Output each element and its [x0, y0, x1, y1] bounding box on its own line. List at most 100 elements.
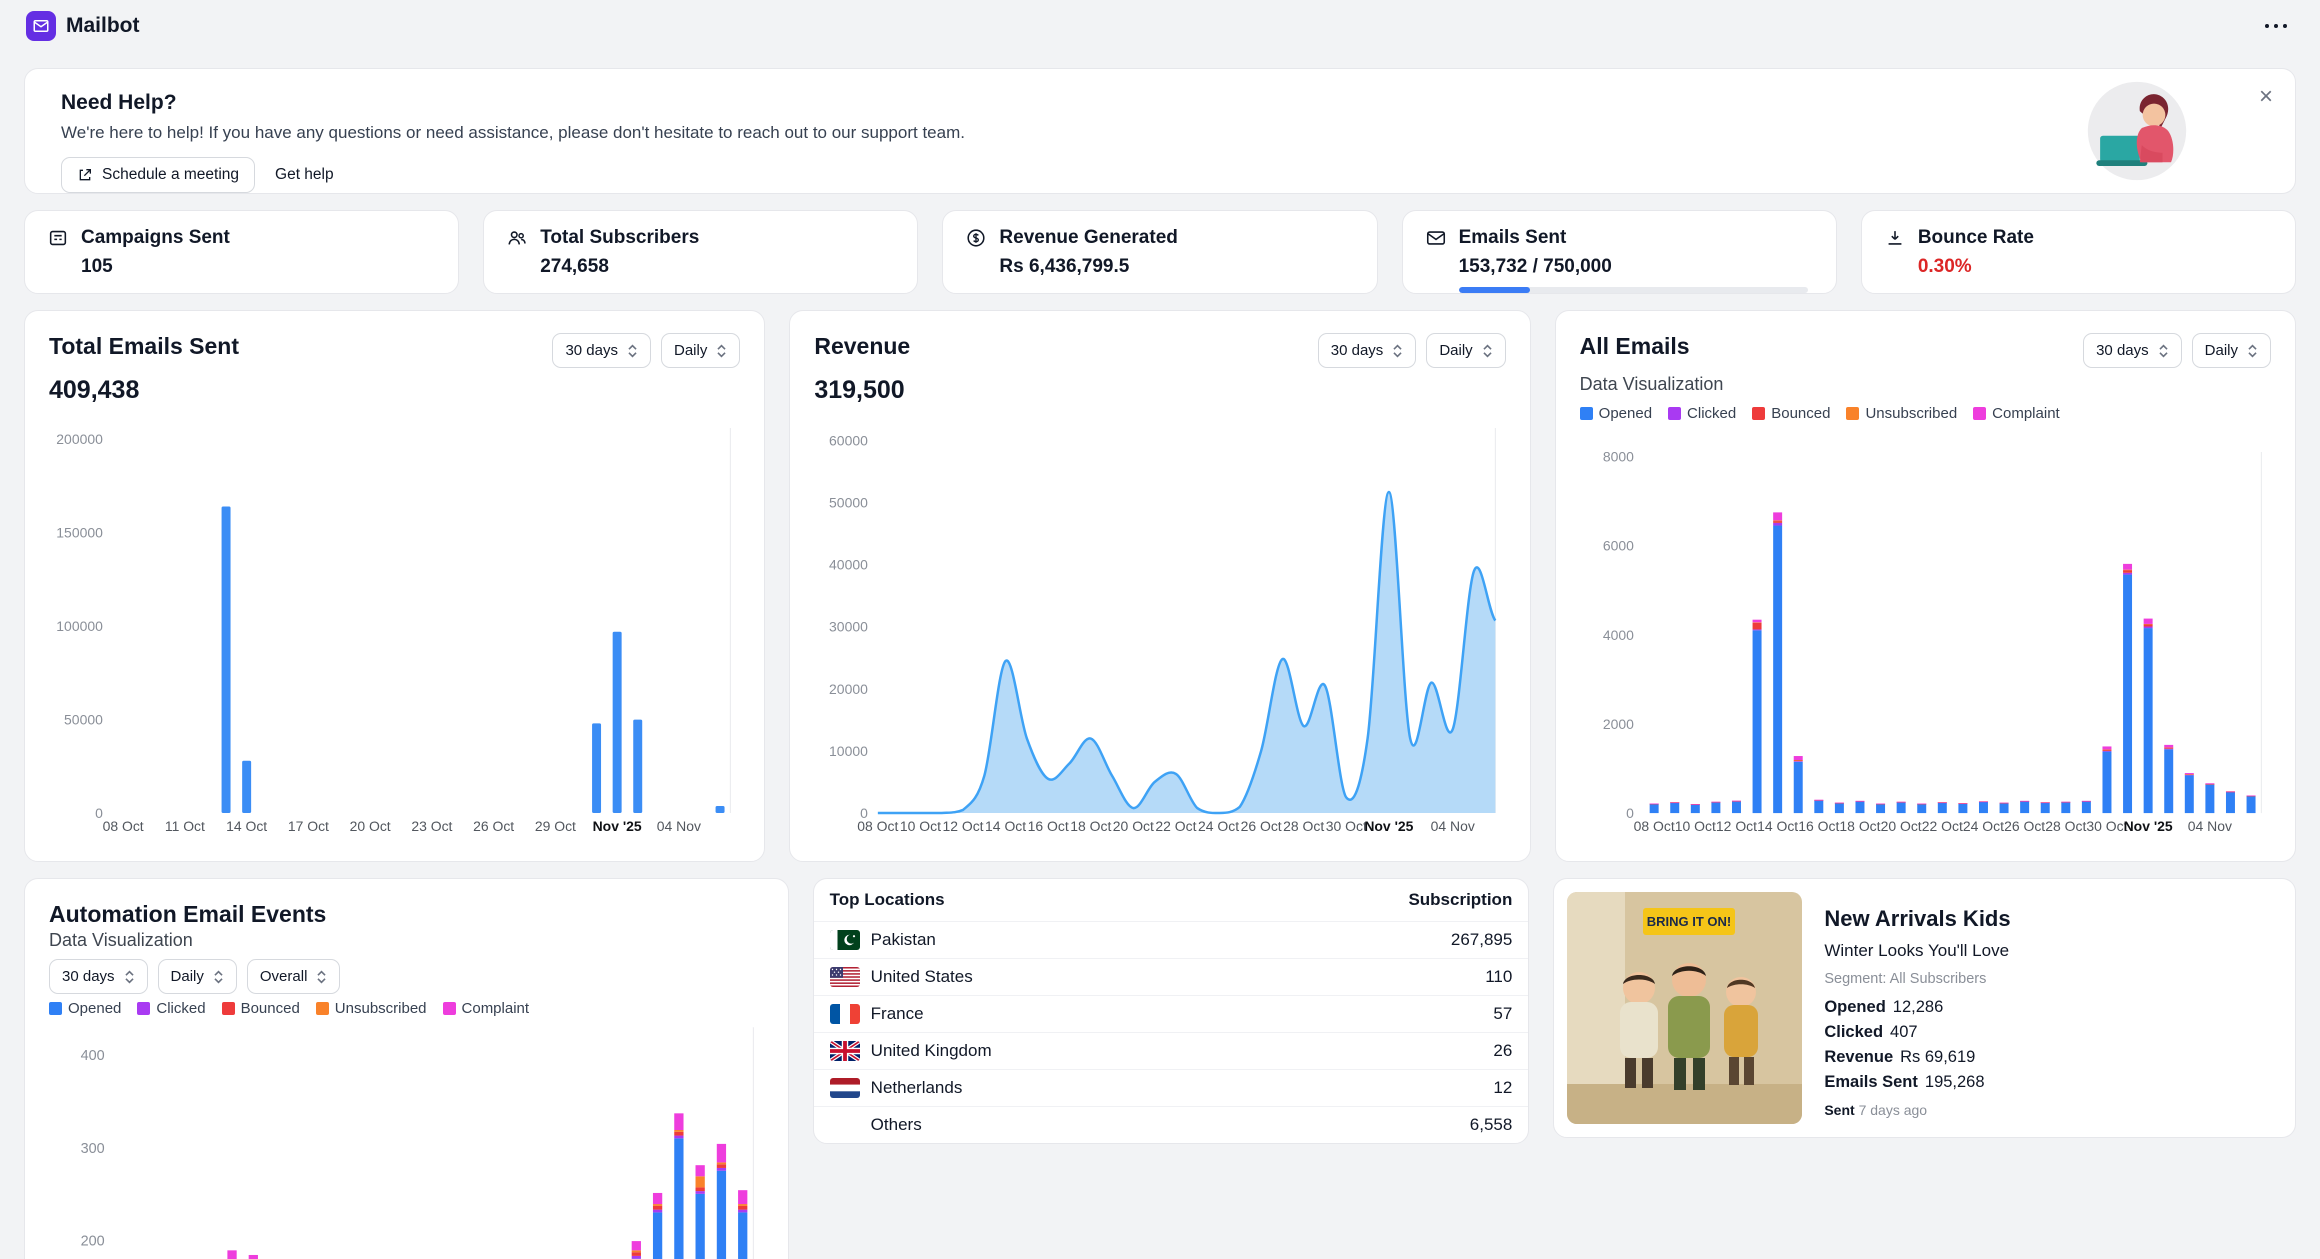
svg-text:60000: 60000 — [829, 432, 868, 448]
panel-title: Total Emails Sent — [49, 333, 239, 360]
legend-item: Unsubscribed — [1846, 405, 1957, 422]
chevron-up-down-icon — [627, 343, 638, 359]
svg-text:16 Oct: 16 Oct — [1798, 818, 1839, 834]
campaigns-icon — [47, 227, 69, 249]
svg-text:30 Oct: 30 Oct — [1326, 818, 1367, 834]
scope-select[interactable]: Overall — [247, 959, 341, 994]
stat-label: Emails Sent — [1459, 227, 1567, 249]
campaign-stat: RevenueRs 69,619 — [1824, 1048, 2010, 1067]
flag-france-icon — [830, 1004, 860, 1024]
svg-text:17 Oct: 17 Oct — [288, 818, 329, 834]
svg-text:100000: 100000 — [56, 618, 103, 634]
svg-text:04 Nov: 04 Nov — [657, 818, 701, 834]
subscription-count: 57 — [1493, 1004, 1512, 1024]
svg-text:12 Oct: 12 Oct — [1716, 818, 1757, 834]
legend-item: Bounced — [1752, 405, 1830, 422]
campaign-stat: Emails Sent195,268 — [1824, 1073, 2010, 1092]
top-locations-panel: Top Locations Subscription Pakistan 267,… — [813, 878, 1530, 1144]
svg-text:14 Oct: 14 Oct — [1757, 818, 1798, 834]
campaign-stat: Clicked407 — [1824, 1023, 2010, 1042]
frequency-select[interactable]: Daily — [2192, 333, 2271, 368]
svg-text:20 Oct: 20 Oct — [1113, 818, 1154, 834]
legend-swatch — [1846, 407, 1859, 420]
help-text: Need Help? We're here to help! If you ha… — [61, 91, 965, 193]
svg-text:11 Oct: 11 Oct — [165, 818, 205, 834]
legend-swatch — [443, 1002, 456, 1015]
range-select[interactable]: 30 days — [2083, 333, 2182, 368]
location-row: Pakistan 267,895 — [814, 921, 1529, 958]
svg-text:150000: 150000 — [56, 525, 103, 541]
legend-swatch — [1973, 407, 1986, 420]
location-row: United Kingdom 26 — [814, 1032, 1529, 1069]
subscription-header: Subscription — [1408, 890, 1512, 910]
svg-text:22 Oct: 22 Oct — [1921, 818, 1962, 834]
subscription-count: 267,895 — [1451, 930, 1512, 950]
campaign-subtitle: Winter Looks You'll Love — [1824, 941, 2010, 961]
country-name: United Kingdom — [871, 1041, 992, 1061]
stat-campaigns-sent: Campaigns Sent 105 — [24, 210, 459, 294]
frequency-select[interactable]: Daily — [1426, 333, 1505, 368]
subscription-count: 6,558 — [1470, 1115, 1513, 1135]
svg-text:400: 400 — [81, 1048, 105, 1064]
svg-text:10 Oct: 10 Oct — [900, 818, 941, 834]
get-help-button[interactable]: Get help — [269, 158, 340, 192]
svg-text:200000: 200000 — [56, 431, 103, 447]
external-link-icon — [77, 167, 93, 183]
svg-text:26 Oct: 26 Oct — [1241, 818, 1282, 834]
stat-label: Total Subscribers — [540, 227, 699, 249]
chevron-up-down-icon — [124, 969, 135, 985]
campaign-details: New Arrivals Kids Winter Looks You'll Lo… — [1824, 892, 2010, 1124]
stat-emails-sent: Emails Sent 153,732 / 750,000 — [1402, 210, 1837, 294]
legend-swatch — [137, 1002, 150, 1015]
automation-legend: Opened Clicked Bounced Unsubscribed Comp… — [49, 1000, 764, 1017]
range-select[interactable]: 30 days — [1318, 333, 1417, 368]
svg-text:4000: 4000 — [1602, 627, 1633, 643]
frequency-select[interactable]: Daily — [158, 959, 237, 994]
schedule-meeting-button[interactable]: Schedule a meeting — [61, 157, 255, 193]
svg-text:04 Nov: 04 Nov — [2187, 818, 2231, 834]
stat-total-subscribers: Total Subscribers 274,658 — [483, 210, 918, 294]
total-emails-chart: 05000010000015000020000008 Oct11 Oct14 O… — [49, 420, 740, 839]
close-banner-button[interactable]: × — [2259, 85, 2273, 109]
svg-text:24 Oct: 24 Oct — [1963, 818, 2004, 834]
emails-sent-progressbar — [1459, 287, 1808, 293]
svg-text:8000: 8000 — [1602, 448, 1633, 464]
mailbot-logo-icon — [26, 11, 56, 41]
campaign-segment: Segment: All Subscribers — [1824, 971, 2010, 987]
svg-text:2000: 2000 — [1602, 716, 1633, 732]
country-name: Pakistan — [871, 930, 936, 950]
country-name: United States — [871, 967, 973, 987]
revenue-panel: Revenue 30 days Daily 319,500 0100002000… — [789, 310, 1530, 862]
campaign-card: BRING IT ON! New Arrivals Kids Winter Lo… — [1553, 878, 2296, 1138]
legend-item: Complaint — [1973, 405, 2060, 422]
svg-text:10 Oct: 10 Oct — [1674, 818, 1715, 834]
flag-pakistan-icon — [830, 930, 860, 950]
overflow-menu-button[interactable] — [2258, 17, 2294, 35]
range-select[interactable]: 30 days — [49, 959, 148, 994]
legend-swatch — [1668, 407, 1681, 420]
coin-icon — [965, 227, 987, 249]
app-title: Mailbot — [66, 14, 140, 38]
svg-text:6000: 6000 — [1602, 538, 1633, 554]
stat-value: 153,732 / 750,000 — [1459, 256, 1814, 278]
brand: Mailbot — [26, 11, 140, 41]
svg-text:14 Oct: 14 Oct — [226, 818, 267, 834]
topbar: Mailbot — [0, 0, 2320, 52]
svg-text:Nov '25: Nov '25 — [593, 818, 642, 834]
panel-title: All Emails — [1580, 333, 1690, 360]
frequency-select[interactable]: Daily — [661, 333, 740, 368]
svg-text:08 Oct: 08 Oct — [1633, 818, 1674, 834]
svg-text:04 Nov: 04 Nov — [1431, 818, 1475, 834]
help-banner: Need Help? We're here to help! If you ha… — [24, 68, 2296, 194]
range-select[interactable]: 30 days — [552, 333, 651, 368]
location-row: France 57 — [814, 995, 1529, 1032]
envelope-icon — [1425, 227, 1447, 249]
stat-value: 0.30% — [1918, 256, 2273, 278]
stat-label: Bounce Rate — [1918, 227, 2034, 249]
campaign-sent: Sent 7 days ago — [1824, 1102, 2010, 1118]
users-icon — [506, 227, 528, 249]
flag-netherlands-icon — [830, 1078, 860, 1098]
svg-text:BRING IT ON!: BRING IT ON! — [1647, 914, 1732, 929]
legend-swatch — [1580, 407, 1593, 420]
country-name: Others — [871, 1115, 922, 1135]
